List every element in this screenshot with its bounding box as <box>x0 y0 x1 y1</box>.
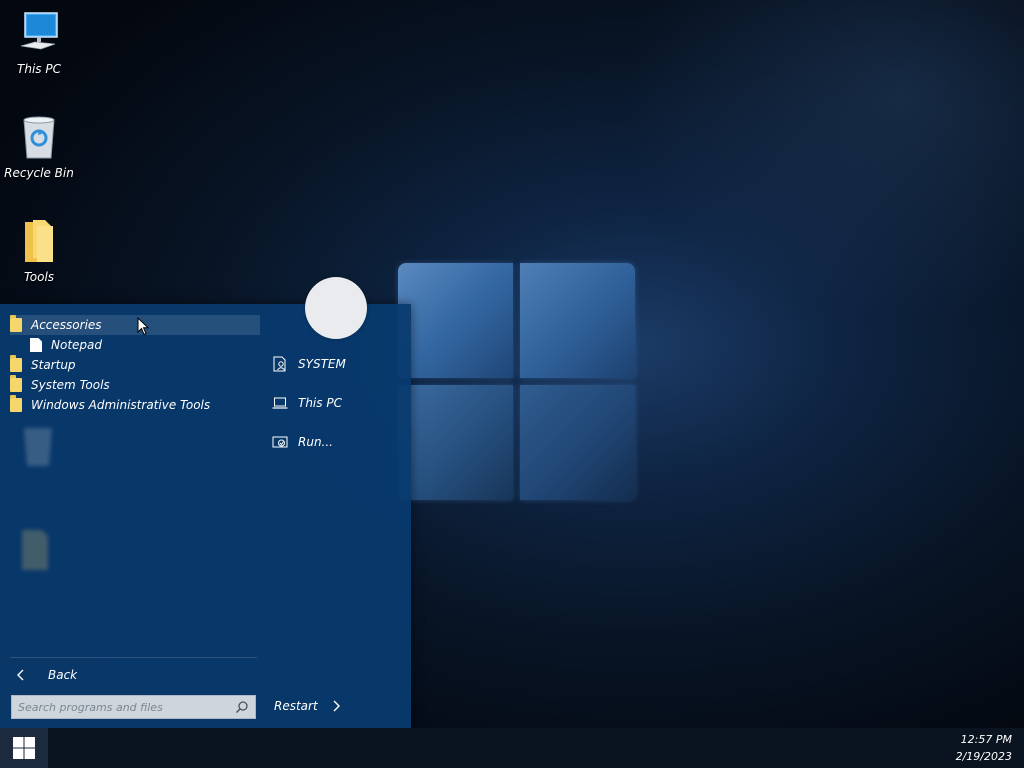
user-avatar[interactable] <box>305 277 367 339</box>
logo-pane-bottom-right <box>520 385 635 500</box>
ghost-folder-icon <box>22 530 48 570</box>
computer-icon <box>20 12 58 50</box>
divider <box>10 657 257 658</box>
place-item-system[interactable]: SYSTEM <box>272 354 346 374</box>
file-icon <box>30 338 42 352</box>
mouse-cursor-icon <box>137 317 149 336</box>
recycle-bin-icon <box>23 116 55 159</box>
folder-icon <box>10 375 22 392</box>
program-item-label: Startup <box>31 358 76 372</box>
program-item-startup[interactable]: Startup <box>10 355 260 375</box>
desktop-icon-recycle-bin[interactable]: Recycle Bin <box>1 114 77 180</box>
program-item-system-tools[interactable]: System Tools <box>10 375 260 395</box>
run-icon <box>272 436 288 448</box>
ghost-recycle-bin-icon <box>24 428 52 466</box>
system-clock[interactable]: 12:57 PM 2/19/2023 <box>956 731 1012 765</box>
chevron-right-icon[interactable] <box>332 700 340 712</box>
desktop-icon-this-pc[interactable]: This PC <box>1 10 77 76</box>
taskbar: 12:57 PM 2/19/2023 <box>0 728 1024 768</box>
folder-icon <box>10 355 22 372</box>
start-menu: Accessories Notepad Startup System Tools… <box>0 277 411 728</box>
place-item-run[interactable]: Run... <box>272 432 333 452</box>
user-folder-icon <box>273 356 286 372</box>
program-item-label: Accessories <box>31 318 102 332</box>
restart-button[interactable]: Restart <box>274 696 340 716</box>
back-button-label: Back <box>48 668 78 682</box>
clock-date: 2/19/2023 <box>955 750 1012 763</box>
folder-icon <box>25 220 53 262</box>
logo-pane-top-right <box>520 263 635 378</box>
laptop-icon <box>272 397 288 409</box>
program-item-notepad[interactable]: Notepad <box>10 335 260 355</box>
program-item-label: System Tools <box>31 378 110 392</box>
program-list: Accessories Notepad Startup System Tools… <box>10 315 260 415</box>
program-item-accessories[interactable]: Accessories <box>10 315 260 335</box>
restart-label: Restart <box>274 699 318 713</box>
desktop-icon-tools[interactable]: Tools <box>1 218 77 284</box>
place-item-label: Run... <box>298 435 333 449</box>
folder-icon <box>10 315 22 332</box>
desktop-icon-label: Tools <box>23 270 55 284</box>
search-icon[interactable] <box>235 700 249 714</box>
place-item-this-pc[interactable]: This PC <box>272 393 342 413</box>
desktop-icon-label: This PC <box>17 62 61 76</box>
program-item-label: Windows Administrative Tools <box>31 398 211 412</box>
desktop-icon-label: Recycle Bin <box>4 166 74 180</box>
desktop-background-glow <box>620 0 1024 320</box>
back-button[interactable]: Back <box>10 664 77 686</box>
search-input[interactable] <box>12 696 232 719</box>
place-item-label: SYSTEM <box>298 357 346 371</box>
place-item-label: This PC <box>298 396 342 410</box>
windows-logo-icon <box>13 737 35 759</box>
logo-pane-bottom-left <box>398 385 513 500</box>
start-button[interactable] <box>0 728 48 768</box>
chevron-left-icon <box>17 669 24 681</box>
start-menu-places-pane: SYSTEM This PC Run... Restart <box>260 277 411 728</box>
search-box[interactable] <box>11 695 256 719</box>
program-item-label: Notepad <box>51 338 102 352</box>
windows-wallpaper-logo <box>398 263 636 501</box>
program-item-windows-administrative-tools[interactable]: Windows Administrative Tools <box>10 395 260 415</box>
start-menu-programs-pane: Accessories Notepad Startup System Tools… <box>0 304 260 728</box>
folder-icon <box>10 395 22 412</box>
clock-time: 12:57 PM <box>960 733 1012 746</box>
logo-pane-top-left <box>398 263 513 378</box>
